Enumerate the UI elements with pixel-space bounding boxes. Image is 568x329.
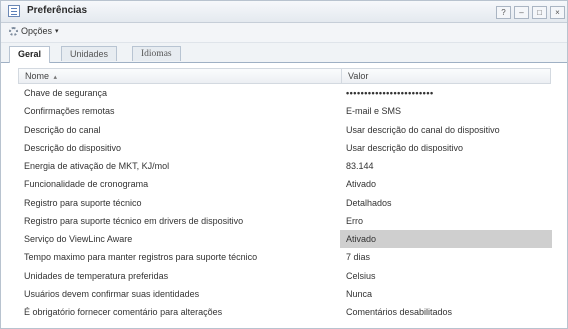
- options-menu-button[interactable]: Opções ▾: [9, 26, 59, 36]
- row-name: Tempo maximo para manter registros para …: [24, 252, 258, 263]
- tab-idiomas[interactable]: Idiomas: [132, 46, 181, 61]
- row-name: É obrigatório fornecer comentário para a…: [24, 307, 223, 317]
- minimize-button[interactable]: –: [514, 6, 529, 19]
- row-value[interactable]: Comentários desabilitados: [340, 303, 551, 321]
- table-row[interactable]: É obrigatório fornecer comentário para a…: [18, 303, 551, 321]
- table-row[interactable]: Descrição do dispositivo Usar descrição …: [18, 139, 551, 157]
- tab-geral[interactable]: Geral: [9, 46, 51, 63]
- grid-header: Nome ▴ Valor: [18, 68, 551, 84]
- row-value[interactable]: Usar descrição do canal do dispositivo: [340, 121, 551, 139]
- row-value[interactable]: 83.144: [340, 157, 551, 175]
- table-row[interactable]: Descrição do canal Usar descrição do can…: [18, 121, 551, 139]
- preferences-window: Preferências ? – □ × Opções ▾ Geral Unid…: [0, 0, 568, 329]
- tab-unidades[interactable]: Unidades: [61, 46, 118, 61]
- row-value[interactable]: Detalhados: [340, 194, 551, 212]
- maximize-button[interactable]: □: [532, 6, 547, 19]
- column-name-label: Nome: [25, 71, 50, 81]
- table-row[interactable]: Usuários devem confirmar suas identidade…: [18, 285, 551, 303]
- row-value[interactable]: E-mail e SMS: [340, 102, 551, 120]
- row-name: Registro para suporte técnico em drivers…: [24, 215, 244, 226]
- row-name: Funcionalidade de cronograma: [24, 179, 149, 190]
- help-button[interactable]: ?: [496, 6, 511, 19]
- row-value[interactable]: Celsius: [340, 267, 551, 285]
- title-bar: Preferências ? – □ ×: [1, 1, 567, 23]
- options-label: Opções: [21, 26, 53, 36]
- row-name: Descrição do dispositivo: [24, 142, 122, 153]
- chevron-down-icon: ▾: [55, 28, 59, 35]
- row-value[interactable]: Nunca: [340, 285, 551, 303]
- row-value[interactable]: Ativado: [340, 175, 551, 193]
- row-value[interactable]: Erro: [340, 212, 551, 230]
- row-name: Registro para suporte técnico: [24, 197, 142, 208]
- row-name: Serviço do ViewLinc Aware: [24, 234, 133, 244]
- table-row[interactable]: Chave de segurança •••••••••••••••••••••…: [18, 84, 551, 102]
- row-name: Unidades de temperatura preferidas: [24, 270, 169, 281]
- row-value[interactable]: 7 dias: [340, 248, 551, 266]
- row-value-selected[interactable]: Ativado: [340, 230, 552, 248]
- column-header-name[interactable]: Nome ▴: [25, 69, 57, 85]
- preferences-icon: [8, 5, 20, 17]
- table-row[interactable]: Unidades de temperatura preferidas Celsi…: [18, 267, 551, 285]
- table-row[interactable]: Tempo maximo para manter registros para …: [18, 248, 551, 266]
- sort-asc-icon: ▴: [53, 74, 58, 81]
- table-row[interactable]: Confirmações remotas E-mail e SMS: [18, 102, 551, 120]
- table-row[interactable]: Energia de ativação de MKT, KJ/mol 83.14…: [18, 157, 551, 175]
- toolbar: Opções ▾: [1, 23, 567, 43]
- row-value[interactable]: Usar descrição do dispositivo: [340, 139, 551, 157]
- tab-bar: Geral Unidades Idiomas: [1, 43, 567, 63]
- column-header-value[interactable]: Valor: [341, 69, 553, 83]
- row-name: Chave de segurança: [24, 88, 108, 98]
- table-row[interactable]: Registro para suporte técnico em drivers…: [18, 212, 551, 230]
- row-value[interactable]: ••••••••••••••••••••••••: [340, 84, 551, 102]
- row-name: Energia de ativação de MKT, KJ/mol: [24, 161, 170, 171]
- window-controls: ? – □ ×: [496, 6, 565, 19]
- table-row[interactable]: Serviço do ViewLinc Aware Ativado: [18, 230, 552, 248]
- preferences-grid: Chave de segurança •••••••••••••••••••••…: [18, 84, 552, 321]
- window-title: Preferências: [27, 5, 88, 16]
- table-row[interactable]: Registro para suporte técnico Detalhados: [18, 194, 551, 212]
- row-name: Descrição do canal: [24, 124, 101, 135]
- table-row[interactable]: Funcionalidade de cronograma Ativado: [18, 175, 551, 193]
- close-button[interactable]: ×: [550, 6, 565, 19]
- row-name: Usuários devem confirmar suas identidade…: [24, 288, 200, 299]
- row-name: Confirmações remotas: [24, 106, 115, 117]
- gear-icon: [9, 26, 18, 36]
